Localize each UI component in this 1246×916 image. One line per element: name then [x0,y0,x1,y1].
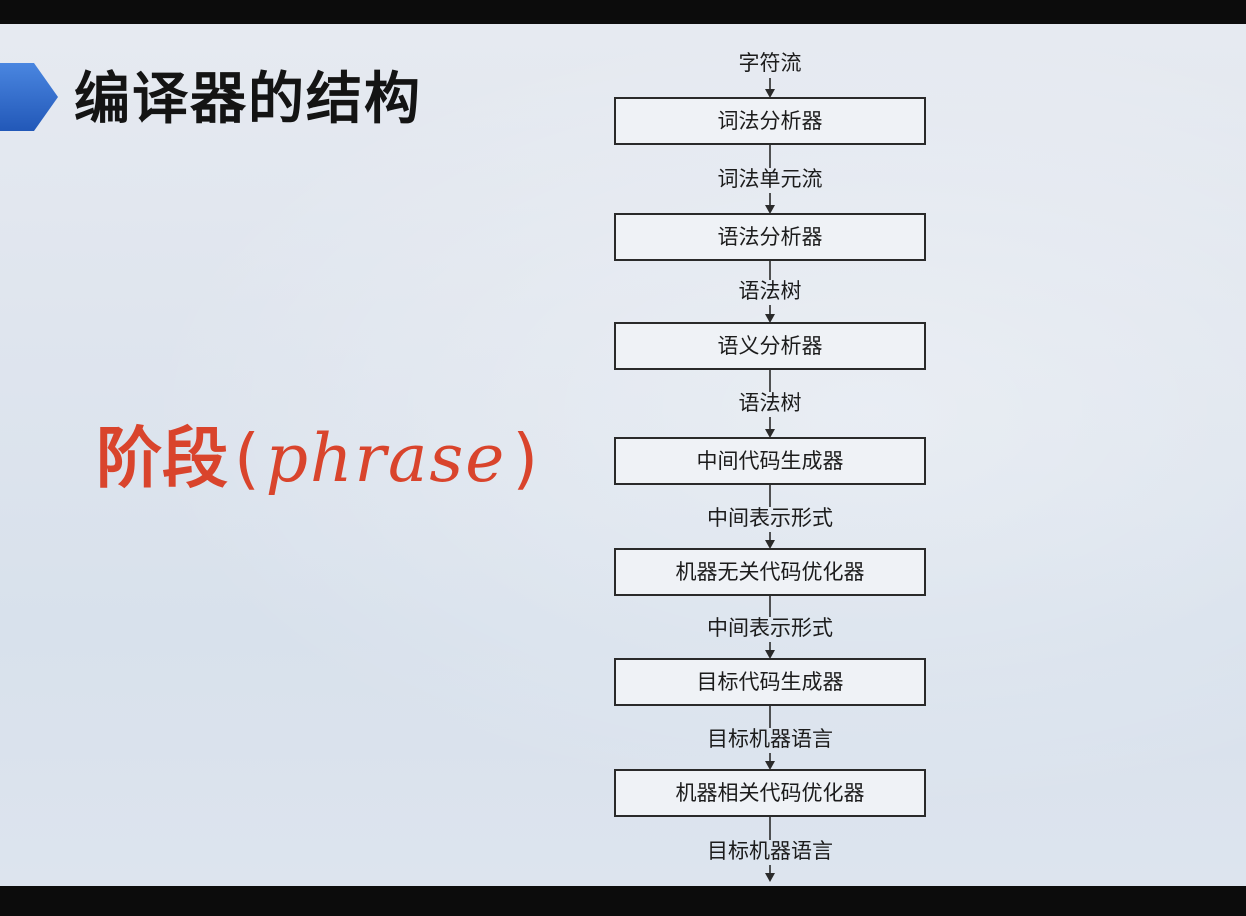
output-arrow-arrowhead-icon [765,650,775,659]
output-arrow-arrowhead-icon [765,429,775,438]
stage-label: 机器无关代码优化器 [676,560,865,584]
stage-output-label: 词法单元流 [718,167,823,191]
stage-output-label: 目标机器语言 [707,839,833,863]
stage-output-label: 中间表示形式 [707,616,833,640]
stage-output-label: 目标机器语言 [707,727,833,751]
lecture-slide: 编译器的结构 阶段(phrase) 字符流 词法分析器 词法单元流 语法分析器 语法树语… [0,24,1246,886]
stage-output-label: 语法树 [739,391,802,415]
stage-label: 词法分析器 [718,109,823,133]
output-arrow-arrowhead-icon [765,205,775,214]
stage-label: 中间代码生成器 [697,449,844,473]
compiler-pipeline-diagram: 字符流词法分析器词法单元流语法分析器语法树语义分析器语法树中间代码生成器中间表示… [614,51,926,882]
input-arrow-arrowhead-icon [765,89,775,98]
stage-label: 目标代码生成器 [697,670,844,694]
video-frame: 编译器的结构 阶段(phrase) 字符流 词法分析器 词法单元流 语法分析器 语法树语… [0,0,1246,916]
output-arrow-arrowhead-icon [765,314,775,323]
output-arrow-arrowhead-icon [765,761,775,770]
stage-label: 语法分析器 [718,225,823,249]
output-arrow-arrowhead-icon [765,540,775,549]
input-label: 字符流 [739,51,802,75]
stage-output-label: 语法树 [739,279,802,303]
stage-label: 机器相关代码优化器 [676,781,865,805]
output-arrow-arrowhead-icon [765,873,775,882]
stage-label: 语义分析器 [718,334,823,358]
stage-output-label: 中间表示形式 [707,506,833,530]
